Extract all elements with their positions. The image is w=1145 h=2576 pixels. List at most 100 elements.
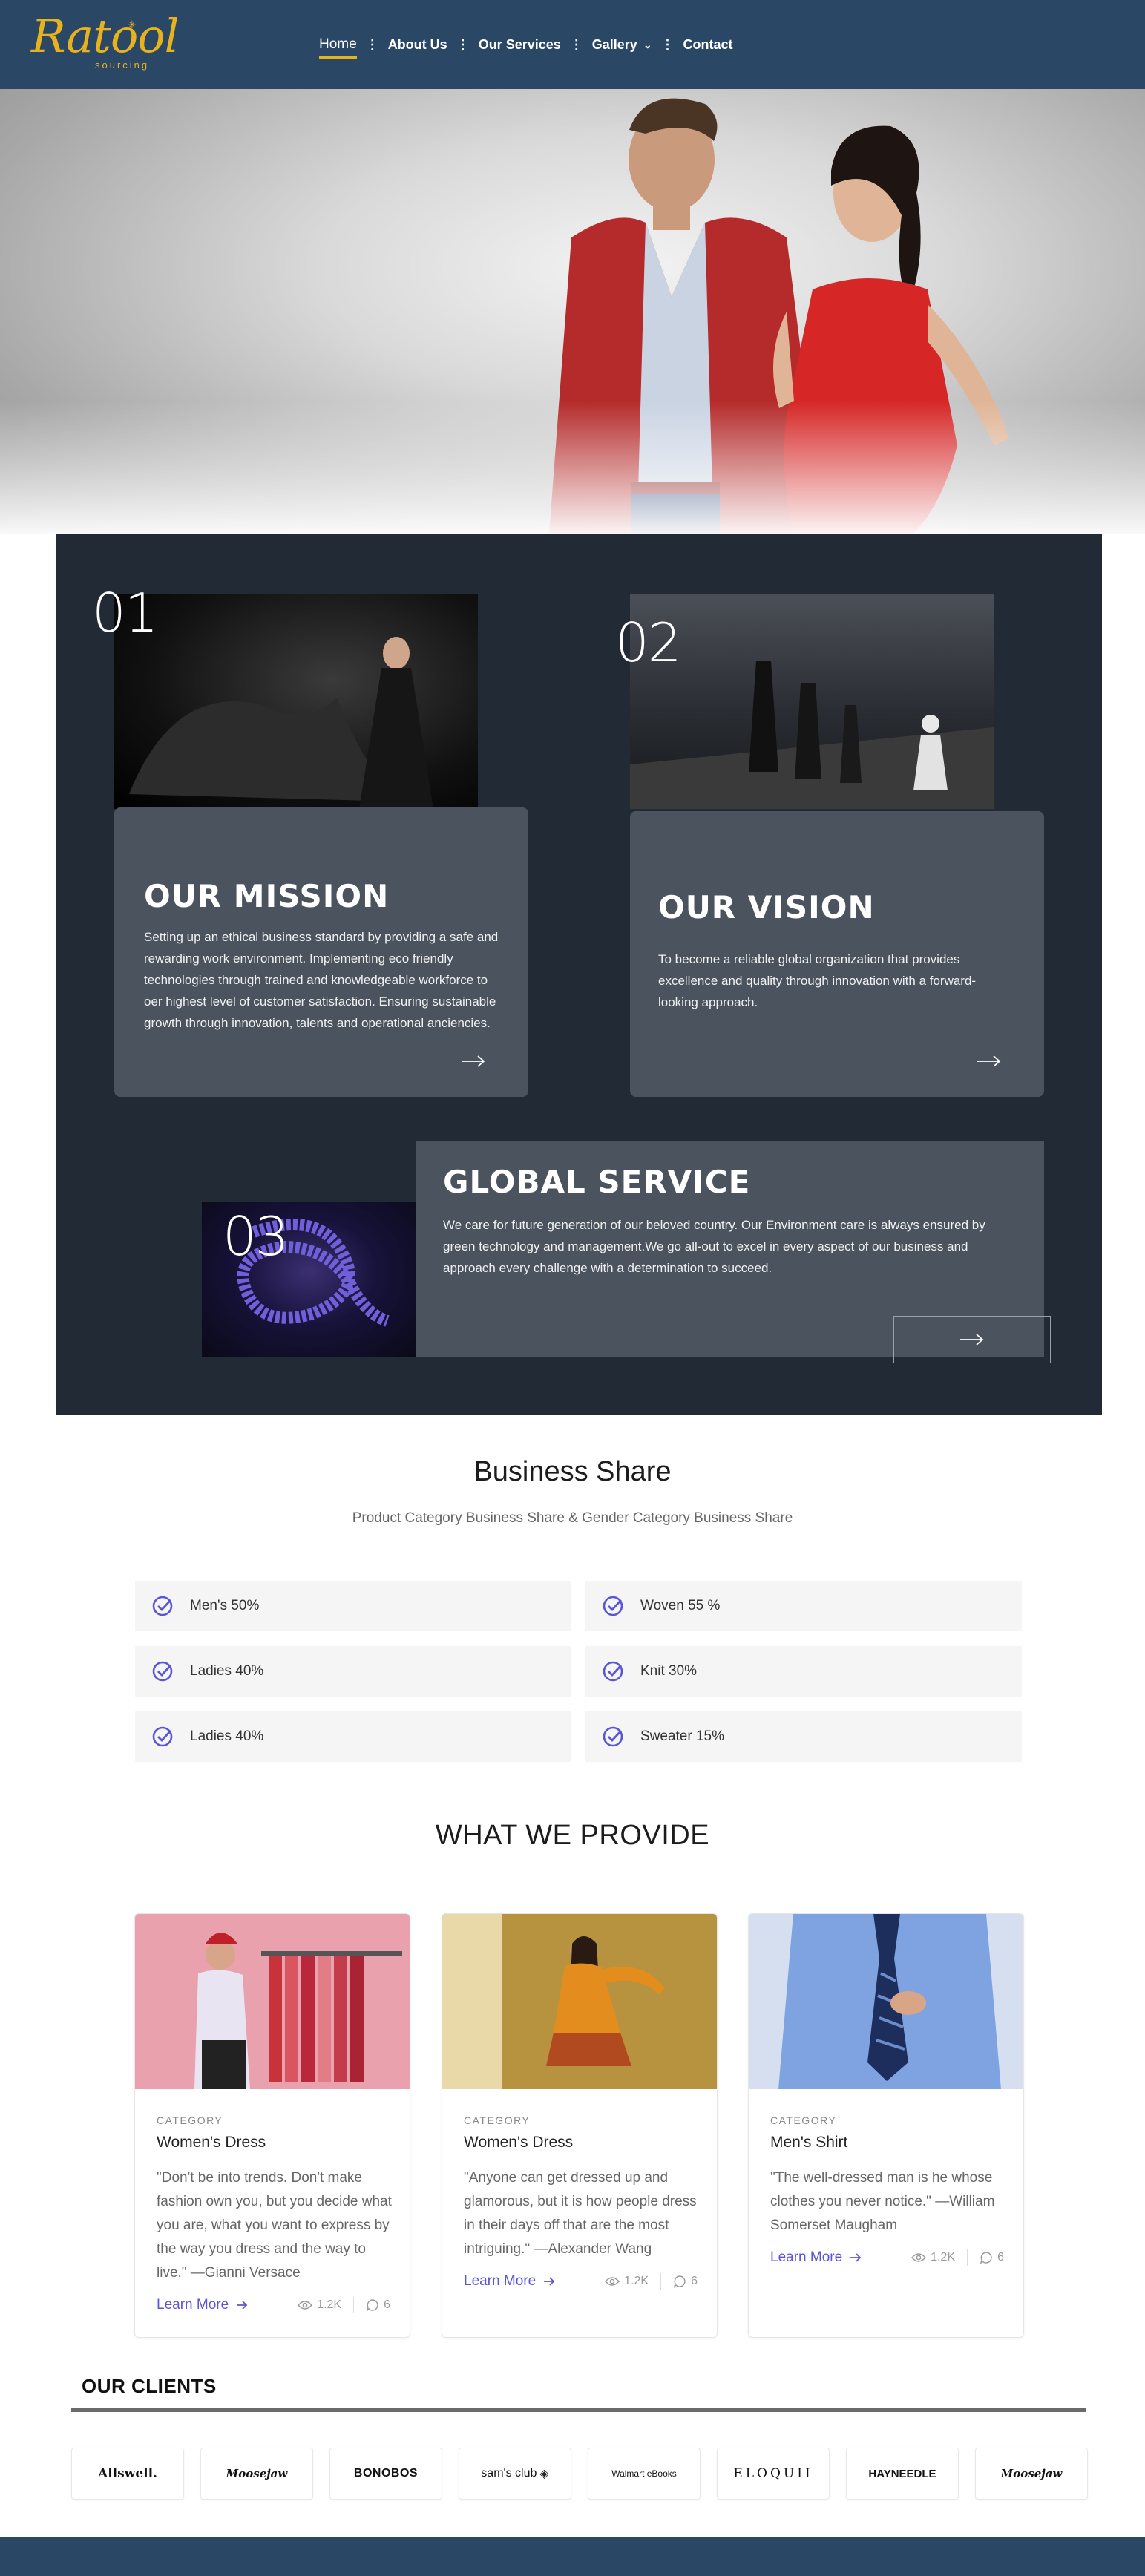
check-circle-icon	[603, 1596, 623, 1616]
stats-divider	[353, 2297, 355, 2313]
product-stats: 1.2K 6	[298, 2297, 390, 2313]
mission-image	[129, 637, 433, 809]
clients-title: OUR CLIENTS	[82, 2375, 217, 2397]
client-logo-text: ELOQUII	[733, 2466, 813, 2481]
check-circle-icon	[603, 1661, 623, 1682]
client-logo-text: BONOBOS	[353, 2467, 419, 2480]
comment-icon	[366, 2299, 378, 2312]
business-share-title: Business Share	[473, 1456, 672, 1487]
comments-count: 6	[384, 2298, 390, 2311]
client-logo[interactable]: Moosejaw	[200, 2448, 313, 2500]
learn-more-label: Learn More	[770, 2249, 843, 2265]
eye-icon	[605, 2277, 620, 2286]
footer-bar	[0, 2537, 1145, 2576]
check-circle-icon	[603, 1726, 623, 1747]
product-quote: "The well-dressed man is he whose clothe…	[770, 2170, 995, 2233]
mission-photo	[114, 594, 478, 809]
views-count: 1.2K	[931, 2251, 956, 2264]
mission-card: OUR MISSION Setting up an ethical busine…	[114, 807, 528, 1097]
product-stats: 1.2K 6	[605, 2273, 698, 2290]
global-arrow-button[interactable]	[893, 1316, 1051, 1363]
nav-about-us[interactable]: About Us	[388, 37, 447, 53]
share-label: Knit 30%	[640, 1663, 698, 1679]
main-menu: Home ⋮ About Us ⋮ Our Services ⋮ Gallery…	[319, 30, 733, 59]
sams-club-diamond-icon: ◈	[539, 2468, 549, 2480]
eye-icon	[911, 2253, 927, 2262]
provide-title: WHAT WE PROVIDE	[435, 1820, 710, 1851]
learn-more-link[interactable]: Learn More	[157, 2297, 248, 2313]
share-label: Men's 50%	[190, 1598, 260, 1613]
client-logo[interactable]: Allswell.	[71, 2448, 184, 2500]
share-item: Woven 55 %	[585, 1581, 1022, 1631]
product-footer: Learn More 1.2K 6	[157, 2295, 390, 2315]
client-logo[interactable]: BONOBOS	[329, 2448, 442, 2500]
vision-photo	[630, 594, 994, 809]
brand-tagline: sourcing	[95, 59, 150, 71]
arrow-right-icon	[850, 2253, 862, 2262]
brand-logo[interactable]: Ratool ✳ sourcing	[31, 13, 179, 73]
nav-services-label: Our Services	[478, 36, 561, 52]
product-footer: Learn More 1.2K 6	[770, 2248, 1004, 2267]
nav-our-services[interactable]: Our Services	[479, 37, 561, 53]
nav-gallery[interactable]: Gallery ⌄	[592, 37, 652, 53]
top-navbar: Ratool ✳ sourcing Home ⋮ About Us ⋮ Our …	[0, 0, 1145, 89]
nav-contact[interactable]: Contact	[683, 37, 733, 53]
share-label: Sweater 15%	[640, 1728, 725, 1744]
nav-contact-label: Contact	[683, 36, 733, 52]
product-image	[749, 1914, 1023, 2089]
client-logo-text: Moosejaw	[226, 2467, 288, 2480]
hero-banner	[0, 89, 1145, 534]
product-quote: "Anyone can get dressed up and glamorous…	[464, 2170, 697, 2257]
share-item: Men's 50%	[135, 1581, 571, 1631]
client-logo[interactable]: ELOQUII	[717, 2448, 830, 2500]
share-label: Woven 55 %	[640, 1598, 721, 1613]
learn-more-label: Learn More	[464, 2273, 537, 2289]
vision-arrow-button[interactable]	[967, 1046, 1011, 1076]
comment-icon	[980, 2252, 992, 2264]
comments-count: 6	[691, 2275, 698, 2287]
mission-text: Setting up an ethical business standard …	[144, 930, 499, 1030]
views-count: 1.2K	[317, 2298, 342, 2311]
vision-card: OUR VISION To become a reliable global o…	[630, 811, 1044, 1097]
client-logo[interactable]: sam's club ◈	[459, 2448, 571, 2500]
product-name: Men's Shirt	[770, 2134, 848, 2151]
learn-more-link[interactable]: Learn More	[464, 2273, 555, 2290]
business-share-subtitle: Product Category Business Share & Gender…	[352, 1510, 793, 1526]
mission-number: 01	[92, 582, 159, 644]
hero-fade	[0, 401, 1145, 534]
check-circle-icon	[152, 1661, 173, 1682]
product-image	[442, 1914, 717, 2089]
nav-home[interactable]: Home	[319, 36, 357, 59]
client-logo[interactable]: Walmart eBooks	[588, 2448, 701, 2500]
clients-divider	[71, 2408, 1086, 2412]
brand-name: Ratool	[31, 9, 179, 63]
arrow-right-icon	[960, 1334, 984, 1346]
arrow-right-icon	[462, 1055, 485, 1067]
product-category: CATEGORY	[770, 2114, 837, 2126]
mission-arrow-button[interactable]	[451, 1046, 496, 1076]
product-category: CATEGORY	[464, 2114, 531, 2126]
learn-more-link[interactable]: Learn More	[770, 2249, 862, 2266]
share-item: Knit 30%	[585, 1646, 1022, 1697]
share-label: Ladies 40%	[190, 1663, 264, 1679]
share-item: Ladies 40%	[135, 1646, 571, 1697]
client-logo[interactable]: HAYNEEDLE	[846, 2448, 959, 2500]
share-item: Sweater 15%	[585, 1711, 1022, 1762]
views-count: 1.2K	[624, 2275, 649, 2287]
client-logo-text: Allswell.	[98, 2466, 157, 2481]
global-number: 03	[223, 1205, 289, 1268]
arrow-right-icon	[544, 2277, 555, 2286]
nav-home-label: Home	[319, 36, 357, 52]
product-card: CATEGORY Men's Shirt "The well-dressed m…	[748, 1913, 1024, 2338]
client-logo-text: HAYNEEDLE	[868, 2467, 936, 2480]
client-logo-text: Moosejaw	[1000, 2467, 1063, 2480]
chevron-down-icon: ⌄	[643, 38, 652, 50]
share-label: Ladies 40%	[190, 1728, 264, 1744]
nav-about-label: About Us	[387, 36, 447, 52]
client-logo[interactable]: Moosejaw	[975, 2448, 1088, 2500]
vision-text: To become a reliable global organization…	[658, 952, 977, 1009]
logo-star-icon: ✳	[128, 19, 137, 30]
product-card: CATEGORY Women's Dress "Anyone can get d…	[442, 1913, 718, 2338]
vision-image	[630, 661, 994, 809]
stats-divider	[967, 2249, 968, 2266]
